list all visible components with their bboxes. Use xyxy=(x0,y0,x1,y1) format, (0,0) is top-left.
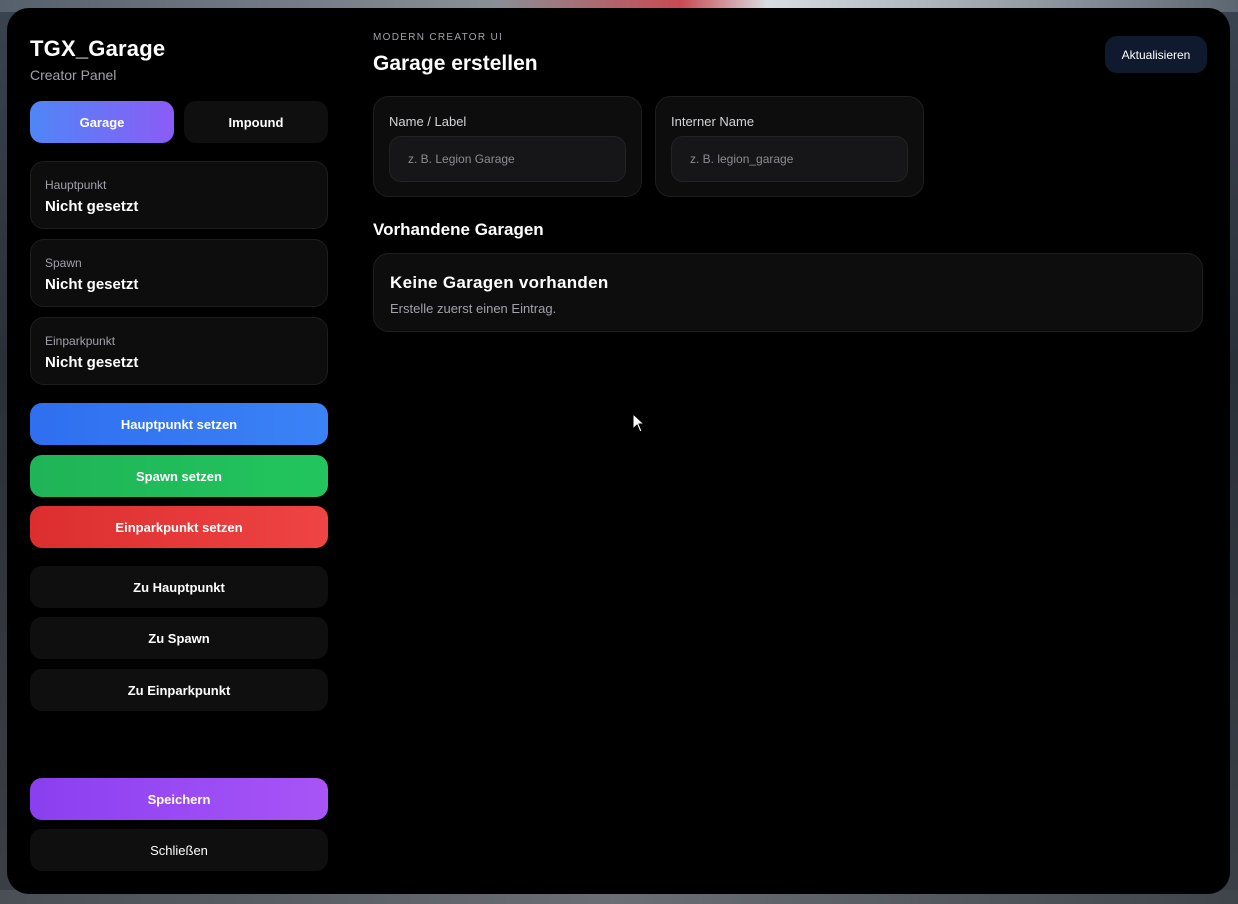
point-label: Spawn xyxy=(45,256,82,270)
close-button[interactable]: Schließen xyxy=(30,829,328,871)
name-label-input[interactable] xyxy=(389,136,626,182)
empty-state-title: Keine Garagen vorhanden xyxy=(390,273,609,292)
empty-state-card: Keine Garagen vorhanden Erstelle zuerst … xyxy=(373,253,1203,332)
eyebrow-label: MODERN CREATOR UI xyxy=(373,32,504,43)
mouse-cursor-icon xyxy=(632,413,646,433)
field-label: Interner Name xyxy=(671,114,755,129)
set-einparkpunkt-button[interactable]: Einparkpunkt setzen xyxy=(30,506,328,548)
creator-panel: TGX_Garage Creator Panel Garage Impound … xyxy=(7,8,1230,894)
point-label: Einparkpunkt xyxy=(45,334,116,348)
goto-spawn-button[interactable]: Zu Spawn xyxy=(30,617,328,659)
page-title: Garage erstellen xyxy=(373,52,538,75)
internal-name-input[interactable] xyxy=(671,136,908,182)
empty-state-text: Erstelle zuerst einen Eintrag. xyxy=(390,301,557,316)
point-card-einparkpunkt: Einparkpunkt Nicht gesetzt xyxy=(30,317,328,385)
goto-hauptpunkt-button[interactable]: Zu Hauptpunkt xyxy=(30,566,328,608)
point-card-spawn: Spawn Nicht gesetzt xyxy=(30,239,328,307)
point-label: Hauptpunkt xyxy=(45,178,107,192)
refresh-button[interactable]: Aktualisieren xyxy=(1105,36,1207,73)
point-value: Nicht gesetzt xyxy=(45,198,139,215)
app-title: TGX_Garage xyxy=(30,36,166,61)
tab-garage[interactable]: Garage xyxy=(30,101,174,143)
point-card-hauptpunkt: Hauptpunkt Nicht gesetzt xyxy=(30,161,328,229)
tab-impound[interactable]: Impound xyxy=(184,101,328,143)
field-card-internal-name: Interner Name xyxy=(655,96,924,197)
point-value: Nicht gesetzt xyxy=(45,354,139,371)
save-button[interactable]: Speichern xyxy=(30,778,328,820)
point-value: Nicht gesetzt xyxy=(45,276,139,293)
goto-einparkpunkt-button[interactable]: Zu Einparkpunkt xyxy=(30,669,328,711)
existing-garages-title: Vorhandene Garagen xyxy=(373,220,544,239)
set-spawn-button[interactable]: Spawn setzen xyxy=(30,455,328,497)
field-label: Name / Label xyxy=(389,114,467,129)
set-hauptpunkt-button[interactable]: Hauptpunkt setzen xyxy=(30,403,328,445)
field-card-name-label: Name / Label xyxy=(373,96,642,197)
app-subtitle: Creator Panel xyxy=(30,67,117,83)
